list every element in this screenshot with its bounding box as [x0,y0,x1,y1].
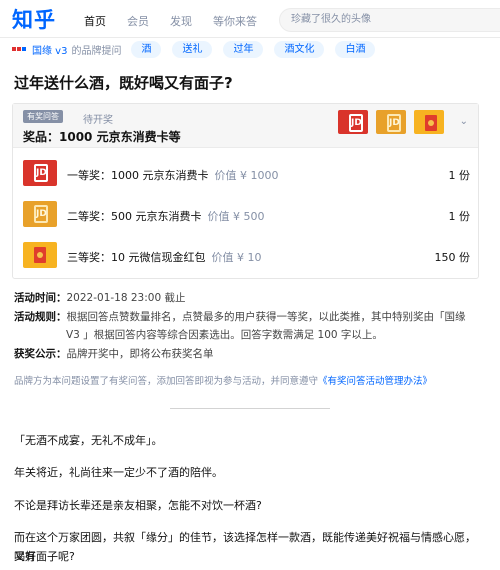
question-title[interactable]: 过年送什么酒，既好喝又有面子? [14,72,233,93]
zhihu-logo[interactable]: 知乎 [12,4,56,34]
prize-headline: 奖品：1000 元京东消费卡等 [23,130,181,144]
tier-worth: 价值 ¥ 1000 [214,169,279,182]
jd-card-red-image: JD [23,160,57,186]
topic-tag-gift[interactable]: 送礼 [172,40,213,58]
activity-rules-line-2: V3 」根据回答内容等综合因素选出。回答字数需满足 100 字以上。 [66,329,383,341]
reward-qa-badge: 有奖问答 [23,110,63,123]
tier-count: 1 份 [448,210,471,223]
tier-worth: 价值 ¥ 500 [207,210,265,223]
jd-card-gold-thumbnail: JD [376,110,406,134]
answer-paragraph: 喝有面子呢? [14,550,75,563]
prize-card-header[interactable]: 有奖问答 待开奖 奖品：1000 元京东消费卡等 JD JD ⌄ [13,104,478,148]
prize-tier-third: 三等奖：10 元微信现金红包 价值 ¥ 10 150 份 [13,234,480,278]
brand-name-link[interactable]: 国缘 v3 [32,42,67,57]
answer-paragraph: 年关将近，礼尚往来一定少不了酒的陪伴。 [14,466,223,479]
nav-discover[interactable]: 发现 [170,13,192,29]
prize-card: 有奖问答 待开奖 奖品：1000 元京东消费卡等 JD JD ⌄ JD 一等奖：… [12,103,479,279]
jd-card-gold-image: JD [23,201,57,227]
tier-worth: 价值 ¥ 10 [211,251,262,264]
top-header: 知乎 首页 会员 发现 等你来答 珍藏了很久的头像 [0,0,500,38]
tier-count: 150 份 [434,251,471,264]
activity-winners: 获奖公示：品牌开奖中，即将公布获奖名单 [14,346,214,363]
prize-status: 待开奖 [83,115,113,126]
activity-note: 品牌方为本问题设置了有奖问答，添加回答即视为参与活动，并同意遵守《有奖问答活动管… [14,373,432,387]
nav-waiting-answers[interactable]: 等你来答 [213,13,257,29]
search-input[interactable]: 珍藏了很久的头像 [279,8,500,32]
activity-time: 活动时间：2022-01-18 23:00 截止 [14,290,185,307]
red-packet-thumbnail [414,110,444,134]
prize-tier-second: JD 二等奖：500 元京东消费卡 价值 ¥ 500 1 份 [13,193,480,237]
nav-vip[interactable]: 会员 [127,13,149,29]
tier-name: 二等奖：500 元京东消费卡 [67,210,202,223]
activity-time-label: 活动时间： [14,292,67,304]
activity-winners-label: 获奖公示： [14,348,67,360]
prize-thumbnails: JD JD [338,110,444,134]
main-nav: 首页 会员 发现 等你来答 [84,13,278,29]
red-packet-image [23,242,57,268]
activity-rules-continued: V3 」根据回答内容等综合因素选出。回答字数需满足 100 字以上。 [66,327,383,344]
topic-tag-baijiu[interactable]: 白酒 [335,40,376,58]
topic-row: 国缘 v3 的品牌提问 酒 送礼 过年 酒文化 白酒 [12,40,386,58]
activity-time-value: 2022-01-18 23:00 截止 [66,292,186,304]
activity-note-text: 品牌方为本问题设置了有奖问答，添加回答即视为参与活动，并同意遵守 [14,376,319,387]
nav-home[interactable]: 首页 [84,13,106,29]
tier-name: 一等奖：1000 元京东消费卡 [67,169,209,182]
activity-rules-label: 活动规则： [14,311,67,323]
answer-paragraph: 不论是拜访长辈还是亲友相聚，怎能不对饮一杯酒? [14,499,262,512]
brand-question-label: 的品牌提问 [71,45,122,57]
activity-rules-link[interactable]: 《有奖问答活动管理办法》 [318,376,432,387]
answer-paragraph: 「无酒不成宴，无礼不成年」。 [14,434,163,447]
prize-tier-first: JD 一等奖：1000 元京东消费卡 价值 ¥ 1000 1 份 [13,152,480,196]
activity-rules: 活动规则：根据回答点赞数量排名，点赞最多的用户获得一等奖，以此类推，其中特别奖由… [14,309,466,326]
topic-tag-new-year[interactable]: 过年 [223,40,264,58]
brand-logo-icon [12,47,26,51]
topic-tag-liquor-culture[interactable]: 酒文化 [274,40,325,58]
section-divider [170,408,330,409]
topic-tag-liquor[interactable]: 酒 [131,40,162,58]
chevron-down-icon[interactable]: ⌄ [460,116,468,127]
activity-rules-line-1: 根据回答点赞数量排名，点赞最多的用户获得一等奖，以此类推，其中特别奖由「国缘 [66,311,466,323]
tier-name: 三等奖：10 元微信现金红包 [67,251,206,264]
activity-winners-value: 品牌开奖中，即将公布获奖名单 [66,348,214,360]
tier-count: 1 份 [448,169,471,182]
jd-card-red-thumbnail: JD [338,110,368,134]
